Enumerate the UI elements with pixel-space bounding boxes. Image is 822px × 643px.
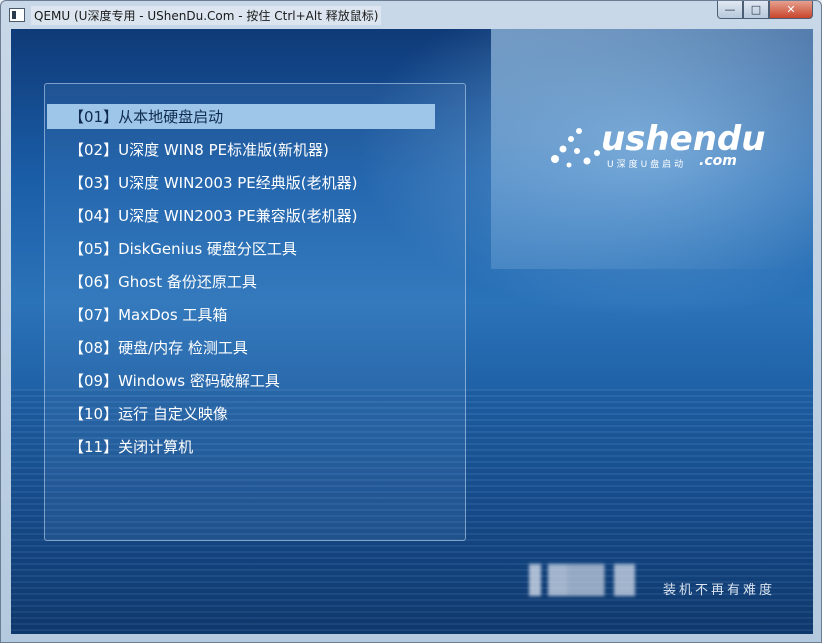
menu-item-06[interactable]: 【06】Ghost 备份还原工具 xyxy=(47,265,435,298)
boot-menu-list: 【01】从本地硬盘启动 【02】U深度 WIN8 PE标准版(新机器) 【03】… xyxy=(47,104,435,463)
blurred-brand-mark xyxy=(529,564,647,596)
slogan-text: 装机不再有难度 xyxy=(663,583,776,598)
menu-item-05[interactable]: 【05】DiskGenius 硬盘分区工具 xyxy=(47,232,435,265)
menu-item-04[interactable]: 【04】U深度 WIN2003 PE兼容版(老机器) xyxy=(47,199,435,232)
menu-item-07[interactable]: 【07】MaxDos 工具箱 xyxy=(47,298,435,331)
menu-item-09[interactable]: 【09】Windows 密码破解工具 xyxy=(47,364,435,397)
logo-wordmark: ushendu xyxy=(601,119,766,159)
menu-item-03[interactable]: 【03】U深度 WIN2003 PE经典版(老机器) xyxy=(47,166,435,199)
ushendu-logo: ushendu U深度U盘启动 .com xyxy=(549,119,769,179)
boot-menu-panel: 【01】从本地硬盘启动 【02】U深度 WIN8 PE标准版(新机器) 【03】… xyxy=(44,83,466,541)
logo-domain: .com xyxy=(699,153,737,169)
menu-item-11[interactable]: 【11】关闭计算机 xyxy=(47,430,435,463)
logo-dots-icon xyxy=(551,128,600,168)
qemu-window: QEMU (U深度专用 - UShenDu.Com - 按住 Ctrl+Alt … xyxy=(0,0,822,643)
title-bar[interactable]: QEMU (U深度专用 - UShenDu.Com - 按住 Ctrl+Alt … xyxy=(1,1,821,29)
window-title: QEMU (U深度专用 - UShenDu.Com - 按住 Ctrl+Alt … xyxy=(31,5,382,25)
window-controls: — □ ✕ xyxy=(717,1,813,19)
maximize-button[interactable]: □ xyxy=(743,1,769,19)
menu-item-10[interactable]: 【10】运行 自定义映像 xyxy=(47,397,435,430)
qemu-app-icon xyxy=(9,8,25,22)
close-button[interactable]: ✕ xyxy=(769,1,813,19)
menu-item-02[interactable]: 【02】U深度 WIN8 PE标准版(新机器) xyxy=(47,133,435,166)
logo-subtitle: U深度U盘启动 xyxy=(607,160,687,170)
menu-item-01[interactable]: 【01】从本地硬盘启动 xyxy=(47,104,435,129)
boot-screen: 【01】从本地硬盘启动 【02】U深度 WIN8 PE标准版(新机器) 【03】… xyxy=(11,29,813,634)
minimize-button[interactable]: — xyxy=(717,1,743,19)
menu-item-08[interactable]: 【08】硬盘/内存 检测工具 xyxy=(47,331,435,364)
